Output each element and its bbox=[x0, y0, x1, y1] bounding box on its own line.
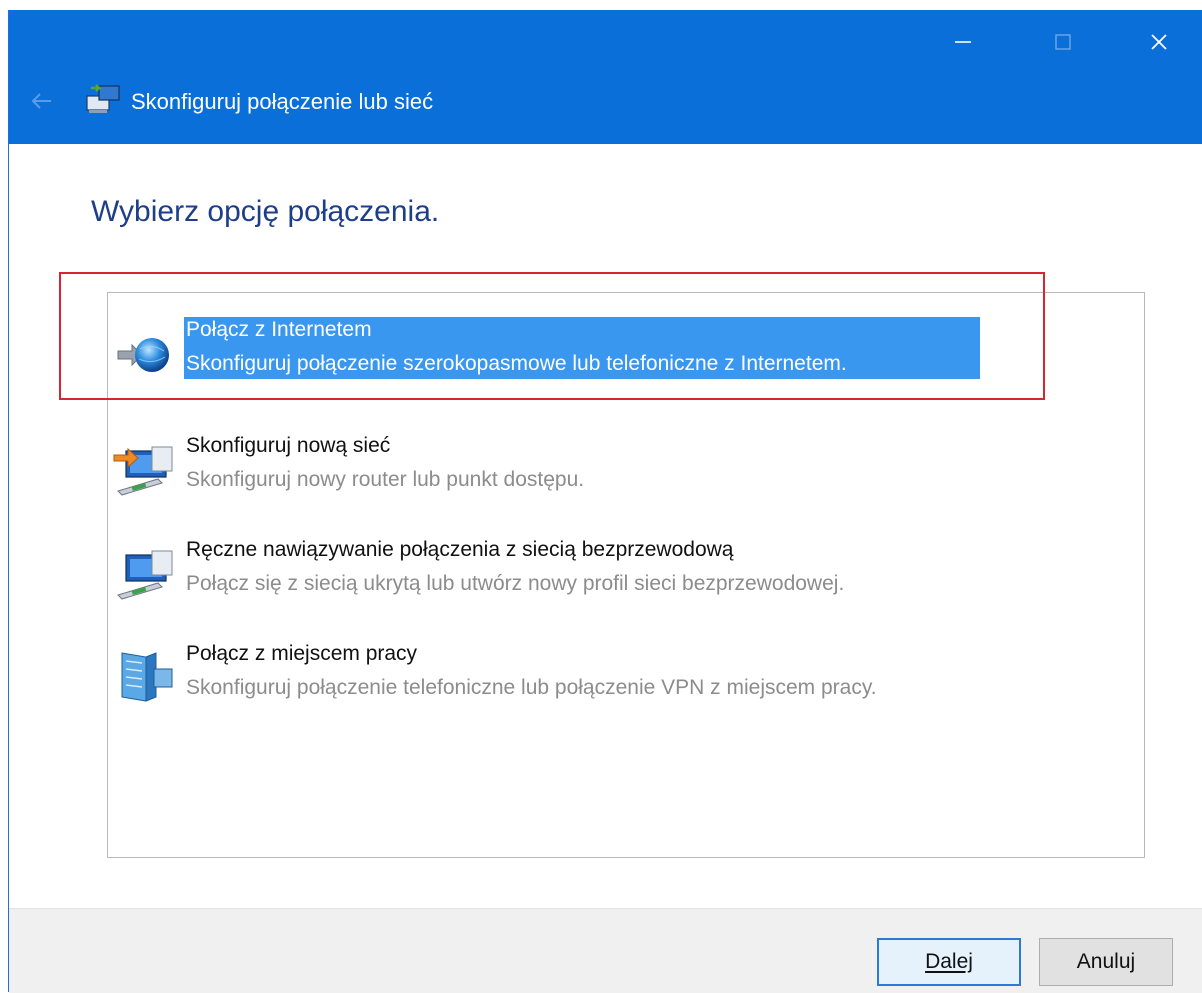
minimize-button[interactable] bbox=[933, 20, 993, 64]
wireless-network-icon bbox=[117, 550, 173, 600]
close-icon bbox=[1151, 34, 1167, 50]
option-title: Połącz z miejscem pracy bbox=[186, 642, 418, 665]
cancel-button[interactable]: Anuluj bbox=[1039, 938, 1173, 986]
close-button[interactable] bbox=[1129, 20, 1189, 64]
minimize-icon bbox=[955, 41, 971, 43]
next-button-label: Dalej bbox=[925, 950, 973, 973]
option-title: Ręczne nawiązywanie połączenia z siecią … bbox=[186, 538, 734, 561]
dialog-footer bbox=[9, 908, 1202, 993]
back-arrow-icon[interactable] bbox=[27, 86, 57, 116]
dialog-window: Skonfiguruj połączenie lub sieć Wybierz … bbox=[8, 10, 1202, 993]
option-description: Skonfiguruj połączenie telefoniczne lub … bbox=[186, 676, 877, 699]
title-bar: Skonfiguruj połączenie lub sieć bbox=[9, 10, 1202, 144]
option-description: Połącz się z siecią ukrytą lub utwórz no… bbox=[186, 572, 845, 595]
option-title: Skonfiguruj nową sieć bbox=[186, 434, 391, 457]
option-workplace[interactable]: Połącz z miejscem pracy Skonfiguruj połą… bbox=[108, 641, 1108, 711]
network-setup-icon bbox=[113, 446, 173, 496]
maximize-button[interactable] bbox=[1033, 20, 1093, 64]
network-setup-title-icon bbox=[86, 84, 120, 113]
next-button[interactable]: Dalej bbox=[877, 938, 1021, 986]
option-manual-wireless[interactable]: Ręczne nawiązywanie połączenia z siecią … bbox=[108, 537, 1108, 607]
option-new-network[interactable]: Skonfiguruj nową sieć Skonfiguruj nowy r… bbox=[108, 433, 1108, 503]
maximize-icon bbox=[1055, 34, 1071, 50]
page-heading: Wybierz opcję połączenia. bbox=[91, 195, 440, 228]
window-title: Skonfiguruj połączenie lub sieć bbox=[131, 89, 434, 114]
workplace-building-icon bbox=[121, 652, 173, 702]
option-description: Skonfiguruj nowy router lub punkt dostęp… bbox=[186, 468, 585, 491]
red-highlight-frame bbox=[59, 272, 1045, 400]
